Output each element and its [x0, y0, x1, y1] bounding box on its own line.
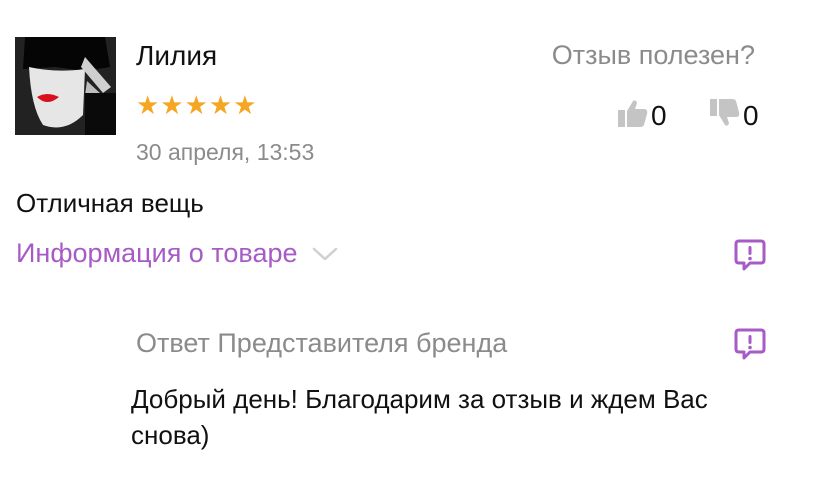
chevron-down-icon	[312, 246, 338, 262]
dislike-count: 0	[743, 99, 759, 131]
product-info-toggle[interactable]: Информация о товаре	[16, 238, 338, 269]
thumbs-down-icon	[709, 98, 741, 133]
avatar-image	[15, 37, 116, 135]
like-count: 0	[651, 99, 667, 131]
thumbs-up-icon	[617, 98, 649, 133]
review-date: 30 апреля, 13:53	[136, 139, 315, 165]
avatar	[15, 37, 116, 135]
report-reply-button[interactable]	[733, 327, 767, 361]
brand-reply-title: Ответ Представителя бренда	[136, 328, 508, 358]
brand-reply-text: Добрый день! Благодарим за отзыв и ждем …	[131, 384, 708, 450]
like-button[interactable]: 0	[617, 98, 667, 133]
report-icon	[734, 239, 766, 271]
review-text: Отличная вещь	[16, 188, 204, 218]
rating-stars: ★★★★★	[136, 90, 258, 120]
product-info-label: Информация о товаре	[16, 238, 298, 268]
report-review-button[interactable]	[733, 238, 767, 272]
report-icon	[734, 328, 766, 360]
helpful-question: Отзыв полезен?	[551, 40, 755, 70]
dislike-button[interactable]: 0	[709, 98, 759, 133]
author-name: Лилия	[136, 40, 218, 71]
